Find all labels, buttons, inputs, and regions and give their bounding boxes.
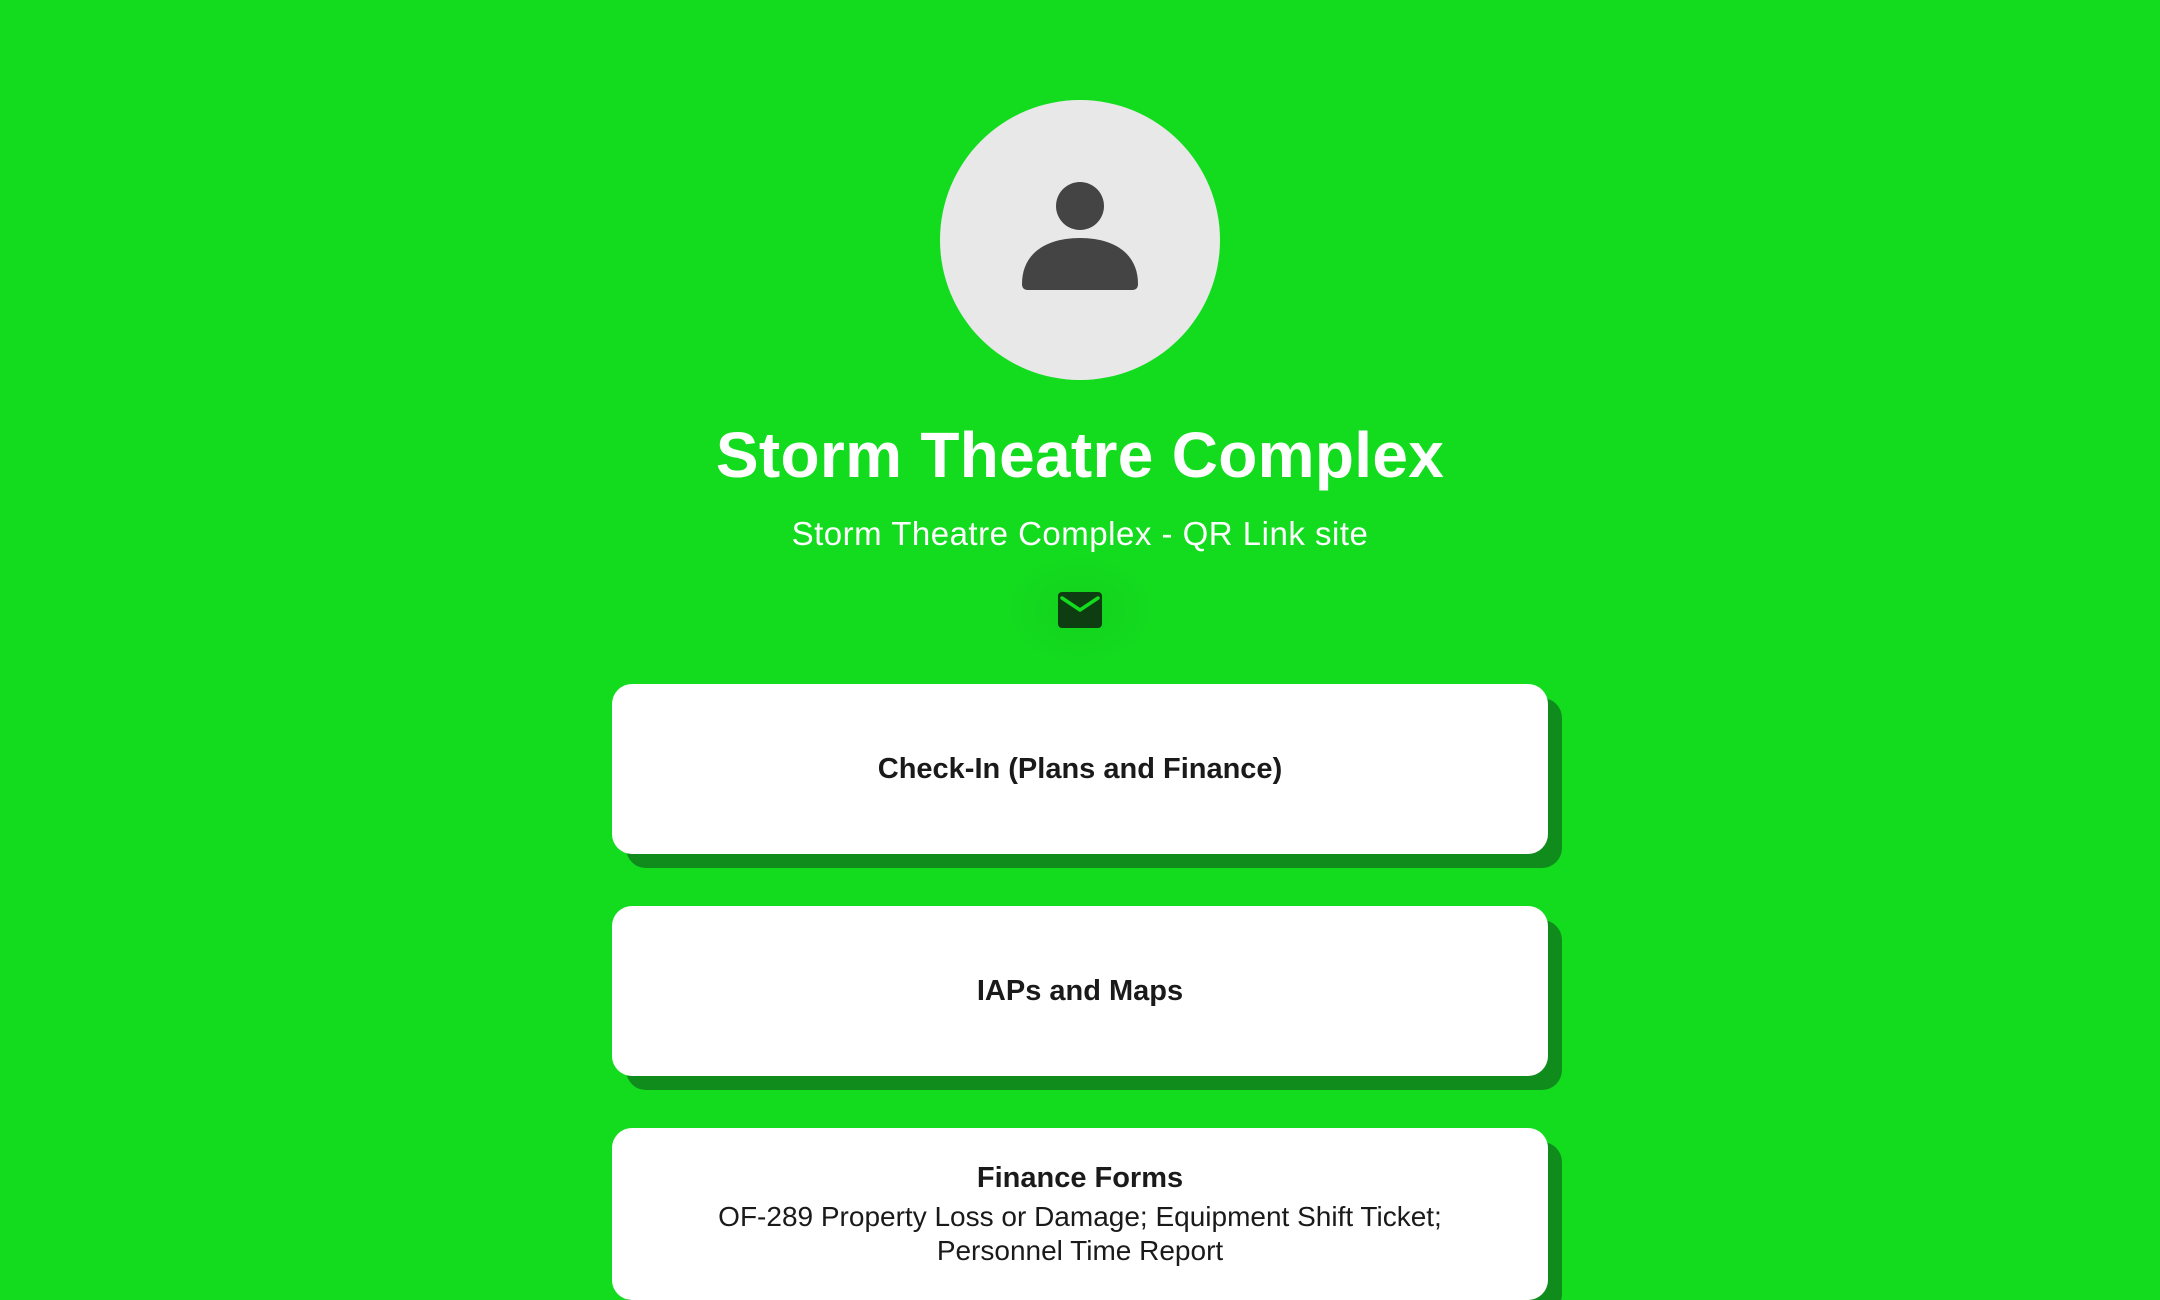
profile-avatar xyxy=(940,100,1220,380)
link-title: Check-In (Plans and Finance) xyxy=(877,753,1283,785)
link-card-iaps-maps[interactable]: IAPs and Maps xyxy=(612,906,1548,1076)
link-description: OF-289 Property Loss or Damage; Equipmen… xyxy=(718,1201,1442,1266)
link-title: IAPs and Maps xyxy=(976,975,1184,1007)
email-link[interactable] xyxy=(1000,550,1160,670)
link-page: Storm Theatre Complex Storm Theatre Comp… xyxy=(0,0,2160,1300)
email-envelope-icon xyxy=(1058,592,1102,628)
link-title: Finance Forms xyxy=(976,1162,1184,1194)
page-title: Storm Theatre Complex xyxy=(715,419,1445,491)
link-card-check-in[interactable]: Check-In (Plans and Finance) xyxy=(612,684,1548,854)
link-card-finance-forms[interactable]: Finance Forms OF-289 Property Loss or Da… xyxy=(612,1128,1548,1300)
user-silhouette-icon xyxy=(1022,182,1138,290)
